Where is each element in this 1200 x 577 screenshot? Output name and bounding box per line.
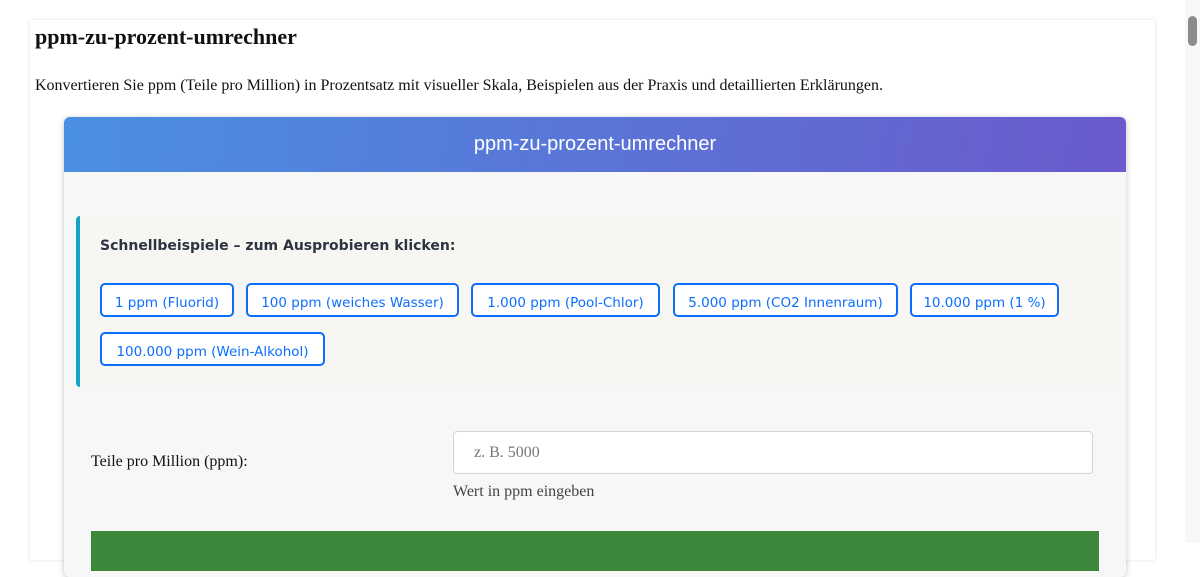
vertical-scrollbar[interactable] [1185,0,1200,543]
page-intro: Konvertieren Sie ppm (Teile pro Million)… [35,77,883,94]
example-chip-co2-indoor[interactable]: 5.000 ppm (CO2 Innenraum) [673,283,898,317]
converter-card: ppm-zu-prozent-umrechner Schnellbeispiel… [64,117,1126,577]
ppm-field-hint: Wert in ppm eingeben [453,483,595,500]
quick-examples-panel: Schnellbeispiele – zum Ausprobieren klic… [76,216,1118,387]
example-chip-fluorid[interactable]: 1 ppm (Fluorid) [100,283,234,317]
convert-button[interactable] [91,531,1099,571]
page-title: ppm-zu-prozent-umrechner [35,24,297,49]
quick-examples-label: Schnellbeispiele – zum Ausprobieren klic… [100,238,456,254]
example-chip-one-percent[interactable]: 10.000 ppm (1 %) [910,283,1059,317]
ppm-input[interactable] [453,431,1093,474]
scrollbar-thumb[interactable] [1188,16,1197,46]
example-chip-wine-alcohol[interactable]: 100.000 ppm (Wein-Alkohol) [100,332,325,366]
ppm-field-label: Teile pro Million (ppm): [91,453,248,470]
card-header: ppm-zu-prozent-umrechner [64,117,1126,172]
example-chip-pool-chlorine[interactable]: 1.000 ppm (Pool-Chlor) [471,283,660,317]
page-container: ppm-zu-prozent-umrechner Konvertieren Si… [30,20,1155,577]
example-chip-soft-water[interactable]: 100 ppm (weiches Wasser) [246,283,459,317]
